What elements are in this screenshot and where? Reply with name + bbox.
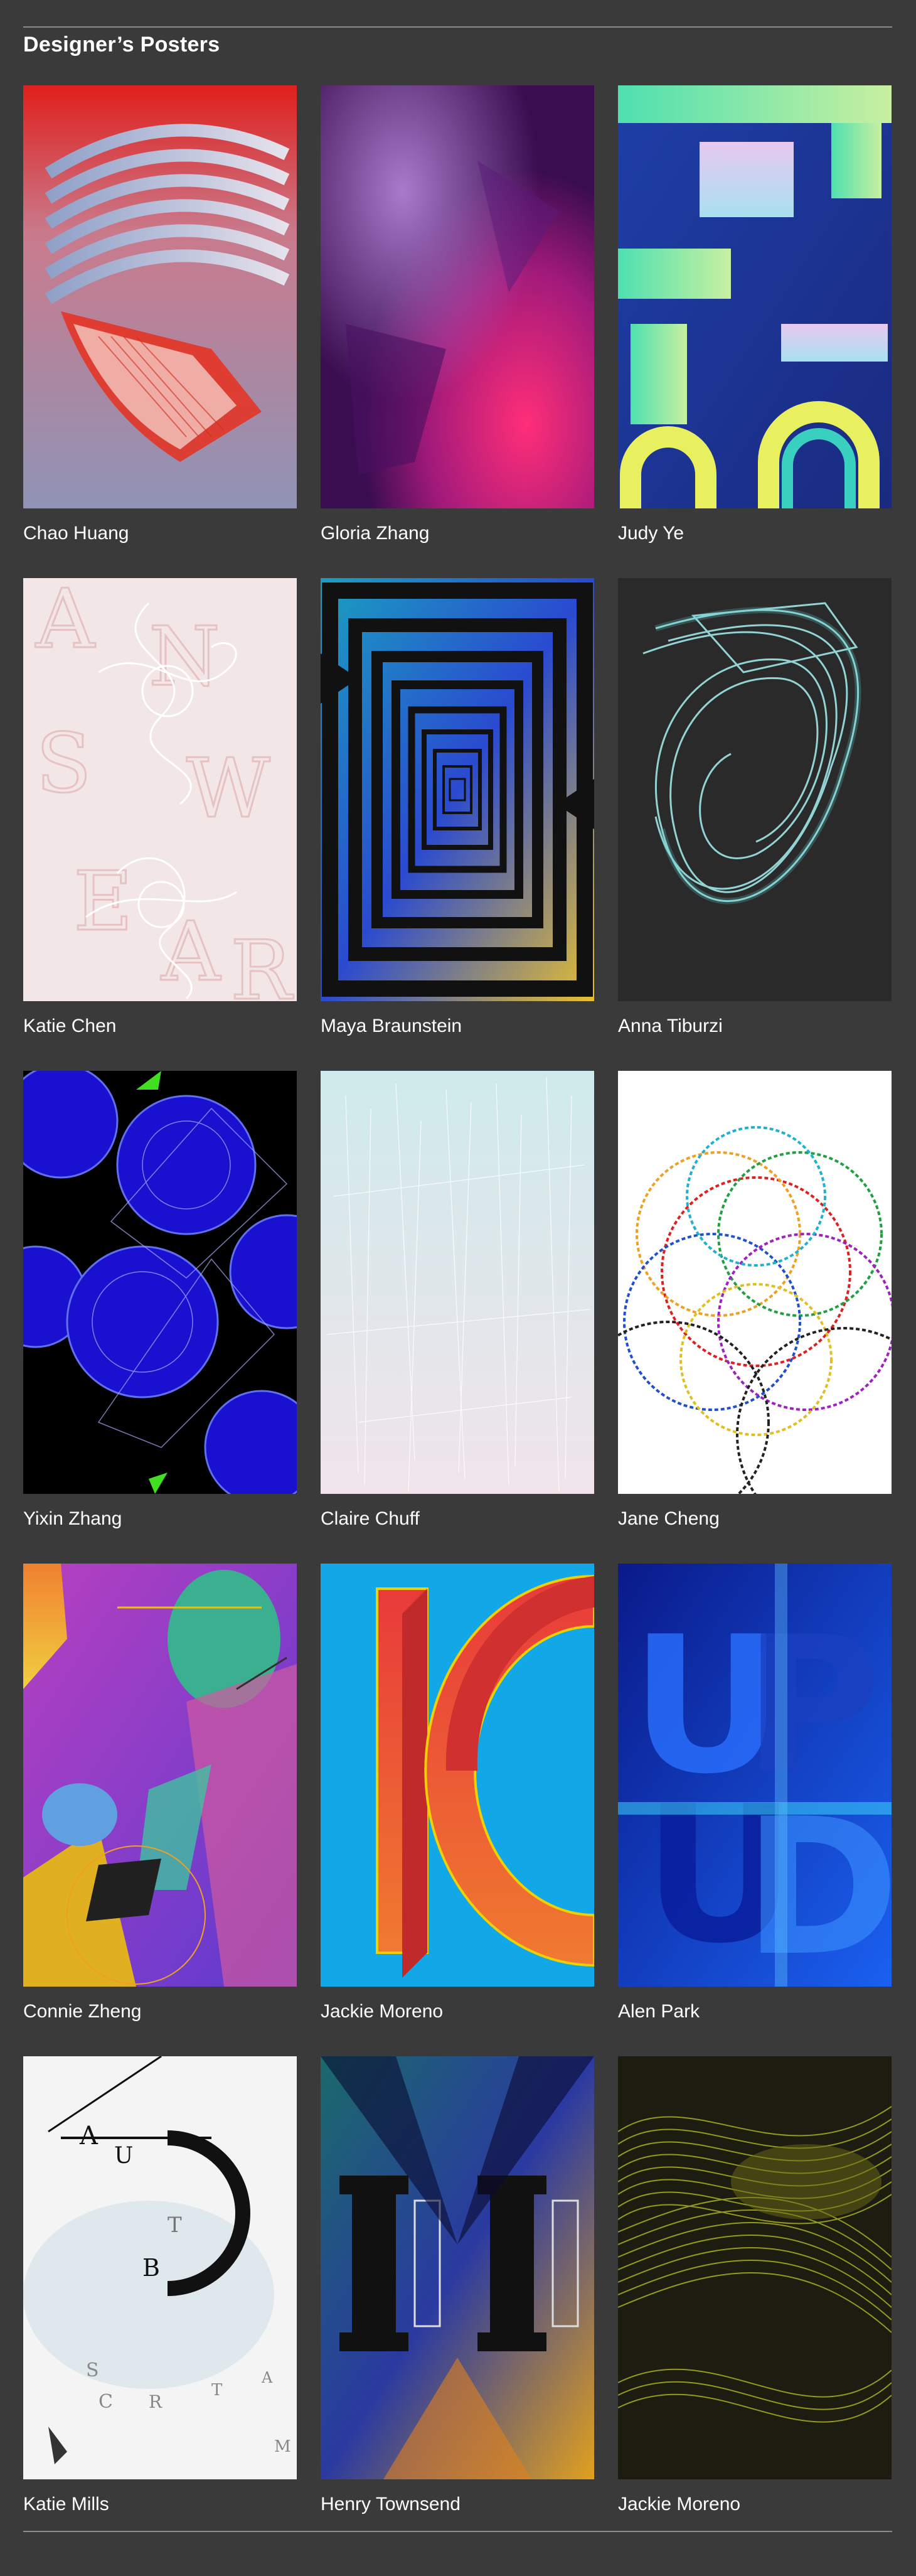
svg-text:T: T bbox=[211, 2381, 223, 2400]
svg-text:A: A bbox=[79, 2122, 99, 2150]
poster-image[interactable] bbox=[618, 85, 892, 508]
svg-text:A: A bbox=[35, 578, 96, 667]
poster-image[interactable] bbox=[618, 1071, 892, 1494]
designer-name[interactable]: Connie Zheng bbox=[23, 2001, 141, 2022]
designer-name[interactable]: Judy Ye bbox=[618, 523, 684, 544]
svg-text:N: N bbox=[149, 609, 220, 704]
svg-text:T: T bbox=[168, 2213, 182, 2238]
poster-card[interactable]: A U T B S C R T A M Katie Mills bbox=[23, 2056, 297, 2514]
poster-card[interactable]: A N S W E A R Katie Chen bbox=[23, 578, 297, 1036]
svg-text:R: R bbox=[149, 2391, 162, 2412]
poster-card[interactable]: U P U D Alen Park bbox=[618, 1564, 892, 2022]
designer-name[interactable]: Jackie Moreno bbox=[321, 2001, 443, 2022]
poster-image[interactable] bbox=[321, 2056, 594, 2479]
designer-name[interactable]: Alen Park bbox=[618, 2001, 700, 2022]
svg-text:C: C bbox=[99, 2391, 113, 2413]
poster-image[interactable]: A U T B S C R T A M bbox=[23, 2056, 297, 2479]
poster-card[interactable]: Henry Townsend bbox=[321, 2056, 594, 2514]
svg-text:W: W bbox=[186, 741, 270, 836]
svg-text:B: B bbox=[142, 2254, 160, 2282]
poster-card[interactable]: Maya Braunstein bbox=[321, 578, 594, 1036]
poster-card[interactable]: Jackie Moreno bbox=[321, 1564, 594, 2022]
poster-grid: Chao Huang Gloria Zhang Judy Ye A N S W … bbox=[23, 85, 893, 2514]
top-divider bbox=[23, 26, 892, 28]
poster-image[interactable]: U P U D bbox=[618, 1564, 892, 1987]
poster-image[interactable] bbox=[618, 2056, 892, 2479]
designer-name[interactable]: Henry Townsend bbox=[321, 2494, 461, 2515]
svg-text:A: A bbox=[261, 2369, 273, 2386]
designer-name[interactable]: Jackie Moreno bbox=[618, 2494, 740, 2515]
poster-image[interactable]: A N S W E A R bbox=[23, 578, 297, 1001]
designer-name[interactable]: Katie Chen bbox=[23, 1016, 116, 1037]
poster-card[interactable]: Yixin Zhang bbox=[23, 1071, 297, 1529]
poster-image[interactable] bbox=[23, 1071, 297, 1494]
designer-name[interactable]: Jane Cheng bbox=[618, 1508, 720, 1530]
poster-image[interactable] bbox=[23, 85, 297, 508]
svg-text:U: U bbox=[114, 2143, 133, 2169]
designer-name[interactable]: Gloria Zhang bbox=[321, 523, 429, 544]
svg-text:R: R bbox=[230, 923, 294, 1001]
poster-image[interactable] bbox=[321, 1564, 594, 1987]
designer-name[interactable]: Anna Tiburzi bbox=[618, 1016, 723, 1037]
page-title: Designer’s Posters bbox=[23, 33, 220, 56]
poster-card[interactable]: Connie Zheng bbox=[23, 1564, 297, 2022]
poster-card[interactable]: Jane Cheng bbox=[618, 1071, 892, 1529]
poster-image[interactable] bbox=[321, 85, 594, 508]
poster-card[interactable]: Anna Tiburzi bbox=[618, 578, 892, 1036]
designer-name[interactable]: Chao Huang bbox=[23, 523, 129, 544]
poster-card[interactable]: Claire Chuff bbox=[321, 1071, 594, 1529]
svg-text:M: M bbox=[274, 2437, 291, 2456]
poster-image[interactable] bbox=[321, 578, 594, 1001]
poster-card[interactable]: Gloria Zhang bbox=[321, 85, 594, 544]
designer-name[interactable]: Claire Chuff bbox=[321, 1508, 420, 1530]
poster-card[interactable]: Chao Huang bbox=[23, 85, 297, 544]
poster-card[interactable]: Jackie Moreno bbox=[618, 2056, 892, 2514]
designer-name[interactable]: Maya Braunstein bbox=[321, 1016, 462, 1037]
designer-name[interactable]: Katie Mills bbox=[23, 2494, 109, 2515]
bottom-divider bbox=[23, 2531, 892, 2532]
poster-card[interactable]: Judy Ye bbox=[618, 85, 892, 544]
designer-name[interactable]: Yixin Zhang bbox=[23, 1508, 122, 1530]
poster-image[interactable] bbox=[23, 1564, 297, 1987]
poster-image[interactable] bbox=[321, 1071, 594, 1494]
svg-text:S: S bbox=[86, 2359, 99, 2381]
poster-image[interactable] bbox=[618, 578, 892, 1001]
svg-text:S: S bbox=[36, 716, 92, 811]
